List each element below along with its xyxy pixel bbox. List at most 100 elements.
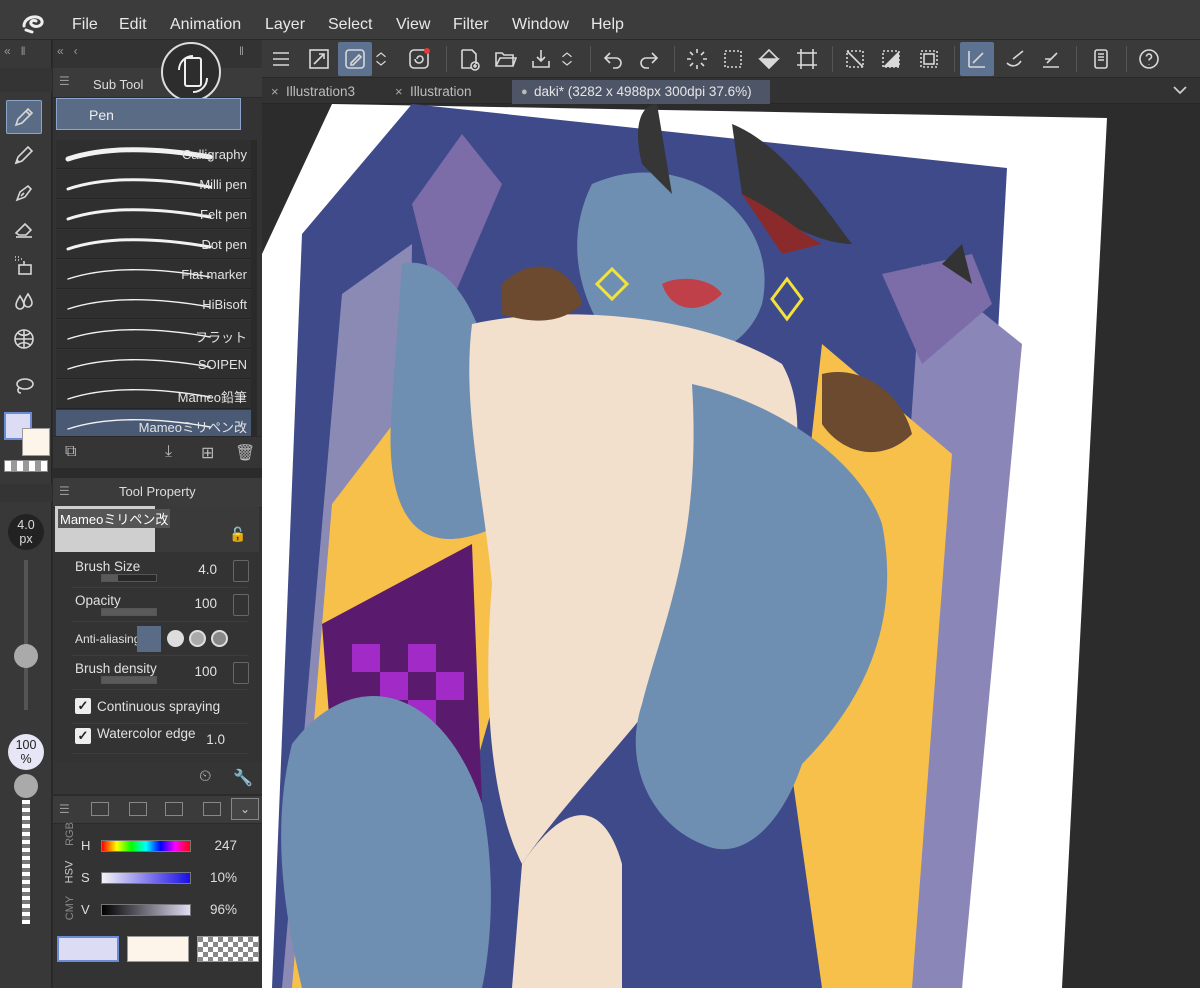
open-icon[interactable] bbox=[488, 42, 522, 76]
brush-item[interactable]: Calligraphy bbox=[56, 140, 253, 169]
panel-menu-icon[interactable]: ☰ bbox=[59, 74, 70, 88]
chevron-down-icon[interactable]: ⌄ bbox=[231, 798, 259, 820]
trash-icon[interactable]: 🗑 bbox=[235, 443, 255, 463]
value-row[interactable]: V 96% bbox=[77, 898, 257, 924]
sub-color-swatch[interactable] bbox=[22, 428, 50, 456]
brush-item[interactable]: SOIPEN bbox=[56, 350, 253, 379]
menu-window[interactable]: Window bbox=[512, 0, 569, 40]
anti-aliasing-row[interactable]: Anti-aliasing bbox=[71, 624, 249, 656]
brush-density-field[interactable]: 100 bbox=[194, 664, 217, 679]
brush-item[interactable]: Mameo鉛筆 bbox=[56, 380, 253, 409]
brush-size-indicator[interactable]: 4.0 px bbox=[8, 514, 44, 550]
aa-weak-icon[interactable] bbox=[167, 630, 184, 647]
loading-icon[interactable] bbox=[680, 42, 714, 76]
help-icon[interactable] bbox=[1132, 42, 1166, 76]
brush-item[interactable]: Flat marker bbox=[56, 260, 253, 289]
transparent-color-chip[interactable] bbox=[197, 936, 259, 962]
download-icon[interactable] bbox=[233, 594, 249, 616]
tab-illustration[interactable]: × Illustration bbox=[388, 80, 508, 104]
tab-daki[interactable]: ● daki* (3282 x 4988px 300dpi 37.6%) bbox=[512, 80, 770, 104]
brush-density-slider[interactable] bbox=[101, 676, 157, 684]
tab-illustration3[interactable]: × Illustration3 bbox=[264, 80, 384, 104]
brush-size-slider-handle[interactable] bbox=[14, 644, 38, 668]
transform-icon[interactable] bbox=[790, 42, 824, 76]
pencil-icon[interactable] bbox=[6, 138, 42, 172]
menu-view[interactable]: View bbox=[396, 0, 430, 40]
opacity-slider-handle[interactable] bbox=[14, 774, 38, 798]
brush-density-row[interactable]: Brush density 100 bbox=[71, 658, 249, 690]
device-icon[interactable] bbox=[1084, 42, 1118, 76]
app-logo-icon[interactable] bbox=[20, 12, 46, 34]
saturation-field[interactable]: 10% bbox=[210, 870, 237, 885]
main-color-chip[interactable] bbox=[57, 936, 119, 962]
brush-item[interactable]: フラット bbox=[56, 320, 253, 349]
watercolor-edge-checkbox[interactable]: ✓ bbox=[75, 728, 91, 744]
panel-grip-icon[interactable]: ‖ bbox=[239, 44, 244, 58]
ruler-pen-icon[interactable] bbox=[1034, 42, 1068, 76]
rotate-screen-icon[interactable] bbox=[161, 42, 221, 102]
saturation-row[interactable]: S 10% bbox=[77, 866, 257, 892]
mode-tab-cmy[interactable]: CMY bbox=[64, 896, 76, 920]
brush-size-slider[interactable] bbox=[24, 560, 28, 710]
subtool-group-pen[interactable]: Pen bbox=[56, 98, 241, 130]
wrench-icon[interactable]: 🔧 bbox=[233, 768, 253, 788]
blend-brush-icon[interactable] bbox=[998, 42, 1032, 76]
menu-help[interactable]: Help bbox=[591, 0, 624, 40]
new-canvas-icon[interactable] bbox=[452, 42, 486, 76]
select-all-icon[interactable] bbox=[716, 42, 750, 76]
save-icon[interactable] bbox=[524, 42, 558, 76]
chevron-updown-icon[interactable] bbox=[372, 42, 390, 76]
opacity-slider[interactable] bbox=[101, 608, 157, 616]
copy-subtool-icon[interactable]: ⧉ bbox=[65, 443, 76, 461]
brush-item[interactable]: Mameoミリペン改 bbox=[56, 410, 253, 439]
aa-strong-icon[interactable] bbox=[211, 630, 228, 647]
fill-icon[interactable] bbox=[752, 42, 786, 76]
mode-tab-hsv[interactable]: HSV bbox=[63, 861, 75, 884]
opacity-slider[interactable] bbox=[22, 800, 30, 924]
menu-file[interactable]: File bbox=[72, 0, 98, 40]
menu-animation[interactable]: Animation bbox=[170, 0, 241, 40]
color-slider-tab-icon[interactable] bbox=[203, 802, 221, 816]
color-history-tab-icon[interactable] bbox=[165, 802, 183, 816]
duplicate-icon[interactable]: ⊞ bbox=[201, 443, 214, 463]
hue-slider[interactable] bbox=[101, 840, 191, 852]
lasso-icon[interactable] bbox=[6, 370, 42, 404]
opacity-indicator[interactable]: 100 % bbox=[8, 734, 44, 770]
blend-icon[interactable] bbox=[6, 284, 42, 318]
spiral-icon[interactable] bbox=[402, 42, 436, 76]
menu-icon[interactable] bbox=[264, 42, 298, 76]
panel-menu-icon[interactable]: ☰ bbox=[59, 802, 70, 816]
brush-edit-icon[interactable] bbox=[338, 42, 372, 76]
reset-icon[interactable]: ⏲ bbox=[199, 768, 211, 786]
watercolor-edge-row[interactable]: ✓ Watercolor edge 1.0 bbox=[71, 722, 249, 754]
download-icon[interactable] bbox=[233, 662, 249, 684]
value-field[interactable]: 96% bbox=[210, 902, 237, 917]
brush-size-field[interactable]: 4.0 bbox=[198, 562, 217, 577]
gradient-icon[interactable] bbox=[6, 322, 42, 356]
canvas-area[interactable] bbox=[262, 104, 1200, 988]
sub-color-chip[interactable] bbox=[127, 936, 189, 962]
close-icon[interactable]: × bbox=[395, 80, 403, 104]
opacity-field[interactable]: 100 bbox=[194, 596, 217, 611]
value-slider[interactable] bbox=[101, 904, 191, 916]
import-icon[interactable]: ⤓ bbox=[165, 443, 172, 461]
pen-tool-icon[interactable] bbox=[6, 100, 42, 134]
undo-icon[interactable] bbox=[596, 42, 630, 76]
brush-item[interactable]: Dot pen bbox=[56, 230, 253, 259]
brush-size-slider[interactable] bbox=[101, 574, 157, 582]
opacity-row[interactable]: Opacity 100 bbox=[71, 590, 249, 622]
border-icon[interactable] bbox=[912, 42, 946, 76]
watercolor-edge-field[interactable]: 1.0 bbox=[206, 732, 225, 747]
menu-layer[interactable]: Layer bbox=[265, 0, 305, 40]
chevron-updown-icon[interactable] bbox=[558, 42, 576, 76]
eraser-icon[interactable] bbox=[6, 212, 42, 246]
menu-select[interactable]: Select bbox=[328, 0, 372, 40]
brush-adjust-icon[interactable] bbox=[960, 42, 994, 76]
continuous-spraying-checkbox[interactable]: ✓ bbox=[75, 698, 91, 714]
aa-medium-icon[interactable] bbox=[189, 630, 206, 647]
brush-item[interactable]: Felt pen bbox=[56, 200, 253, 229]
color-wheel-tab-icon[interactable] bbox=[91, 802, 109, 816]
brush-size-row[interactable]: Brush Size 4.0 bbox=[71, 556, 249, 588]
invert-selection-icon[interactable] bbox=[874, 42, 908, 76]
airbrush-icon[interactable] bbox=[6, 248, 42, 282]
